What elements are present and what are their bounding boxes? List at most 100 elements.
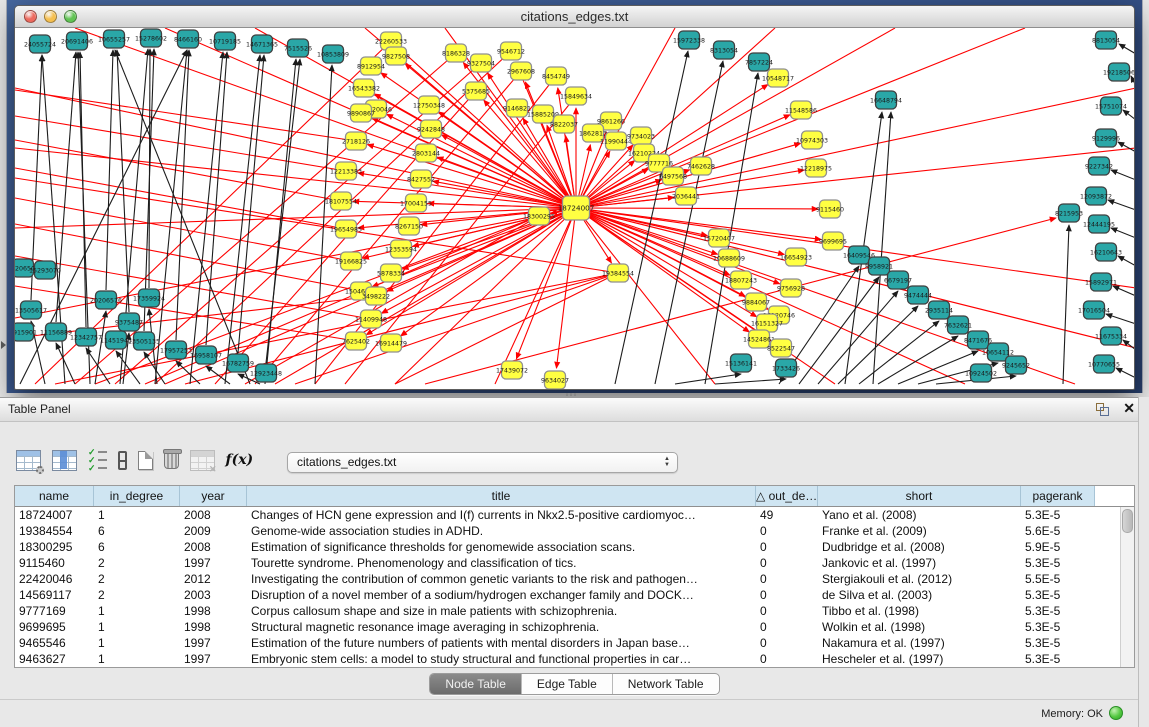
graph-node-label: 9242848 xyxy=(417,126,445,133)
graph-node-label: 11675334 xyxy=(1095,333,1127,340)
vertical-scrollbar[interactable] xyxy=(1120,507,1134,667)
table-mode-icon[interactable] xyxy=(16,450,41,471)
float-panel-icon[interactable] xyxy=(1096,403,1109,416)
column-header-year[interactable]: year xyxy=(180,486,247,506)
row-height-icon[interactable] xyxy=(118,451,127,470)
graph-node-label: 18724007 xyxy=(558,203,595,212)
table-cell: 1997 xyxy=(180,555,247,571)
graph-node-label: 12218975 xyxy=(800,165,832,172)
table-row[interactable]: 946554611997Estimation of the future num… xyxy=(15,635,1134,651)
graph-edge xyxy=(395,208,576,384)
column-header-short[interactable]: short xyxy=(818,486,1021,506)
table-cell: 1 xyxy=(94,507,180,523)
graph-node-label: 5878334 xyxy=(377,270,405,277)
column-header-pagerank[interactable]: pagerank xyxy=(1021,486,1095,506)
table-row[interactable]: 2242004622012Investigating the contribut… xyxy=(15,571,1134,587)
graph-node-label: 6497568 xyxy=(659,173,687,180)
table-cell: 2003 xyxy=(180,587,247,603)
graph-edge xyxy=(1131,76,1134,86)
right-edge-strip xyxy=(1138,397,1149,727)
table-source-select[interactable]: citations_edges.txt ▲▼ xyxy=(287,452,678,473)
table-row[interactable]: 977716911998Corpus callosum shape and si… xyxy=(15,603,1134,619)
table-row[interactable]: 1830029562008Estimation of significance … xyxy=(15,539,1134,555)
table-cell: 5.3E-5 xyxy=(1021,635,1095,651)
graph-node-label: 12750348 xyxy=(413,102,445,109)
graph-node-label: 2803144 xyxy=(412,150,440,157)
column-header-out_de[interactable]: △ out_de… xyxy=(756,486,818,506)
close-panel-icon[interactable]: ✕ xyxy=(1123,400,1135,417)
graph-node-label: 8427552 xyxy=(407,176,435,183)
graph-edge xyxy=(1111,170,1134,180)
delete-columns-icon[interactable] xyxy=(164,451,179,469)
table-cell: 49 xyxy=(756,507,818,523)
table-cell: 1 xyxy=(94,635,180,651)
graph-node-label: 9227342 xyxy=(1085,163,1113,170)
graph-node-label: 9115460 xyxy=(816,206,844,213)
graph-edge xyxy=(95,311,106,384)
table-row[interactable]: 946362711997Embryonic stem cells: a mode… xyxy=(15,651,1134,667)
column-header-in_degree[interactable]: in_degree xyxy=(94,486,180,506)
graph-node-label: 18300295 xyxy=(523,213,555,220)
scrollbar-thumb[interactable] xyxy=(1122,509,1133,533)
graph-node-label: 8912954 xyxy=(357,63,385,70)
splitter-grip[interactable] xyxy=(566,393,576,396)
graph-node-label: 14671365 xyxy=(246,41,278,48)
table-row[interactable]: 1872400712008Changes of HCN gene express… xyxy=(15,507,1134,523)
table-row[interactable]: 1938455462009Genome-wide association stu… xyxy=(15,523,1134,539)
graph-edge xyxy=(1063,225,1069,384)
table-cell: 5.3E-5 xyxy=(1021,507,1095,523)
graph-node-label: 9884067 xyxy=(742,299,770,306)
graph-node-label: 10654112 xyxy=(982,349,1014,356)
graph-node-label: 20206576 xyxy=(90,297,122,304)
table-cell: 5.3E-5 xyxy=(1021,603,1095,619)
graph-node-label: 10974303 xyxy=(796,137,828,144)
table-cell: 22420046 xyxy=(15,571,94,587)
delete-table-icon[interactable]: ✕ xyxy=(190,450,215,471)
table-cell: 2012 xyxy=(180,571,247,587)
column-header-name[interactable]: name xyxy=(15,486,94,506)
graph-edge xyxy=(1118,142,1134,152)
table-cell: 14569117 xyxy=(15,587,94,603)
tab-network-table[interactable]: Network Table xyxy=(613,674,719,694)
header-filler xyxy=(1095,486,1134,506)
table-cell: 2 xyxy=(94,571,180,587)
table-cell: 5.6E-5 xyxy=(1021,523,1095,539)
graph-node-label: 9827508 xyxy=(382,53,410,60)
network-canvas[interactable]: 2405572420691406106552571527860284661601… xyxy=(15,28,1134,389)
table-cell: 5.3E-5 xyxy=(1021,619,1095,635)
table-row[interactable]: 969969511998Structural magnetic resonanc… xyxy=(15,619,1134,635)
network-window-titlebar[interactable]: citations_edges.txt xyxy=(15,6,1134,28)
show-columns-icon[interactable] xyxy=(52,450,77,471)
graph-node-label: 7462628 xyxy=(687,163,715,170)
graph-node-label: 15293070 xyxy=(29,267,61,274)
graph-node-label: 10688609 xyxy=(713,255,745,262)
tab-edge-table[interactable]: Edge Table xyxy=(522,674,613,694)
table-cell: Nakamura et al. (1997) xyxy=(818,635,1021,651)
table-cell: Genome-wide association studies in ADHD. xyxy=(247,523,756,539)
table-row[interactable]: 1456911722003Disruption of a novel membe… xyxy=(15,587,1134,603)
graph-node-label: 19654985 xyxy=(330,226,362,233)
graph-node-label: 12213383 xyxy=(330,168,362,175)
graph-node-label: 8454749 xyxy=(542,73,570,80)
table-cell: Franke et al. (2009) xyxy=(818,523,1021,539)
table-cell: 1 xyxy=(94,651,180,667)
graph-node-label: 5375685 xyxy=(462,88,490,95)
new-table-icon[interactable] xyxy=(138,451,153,470)
tab-node-table[interactable]: Node Table xyxy=(430,674,522,694)
panel-collapse-handle[interactable] xyxy=(1,341,6,349)
memory-status-icon[interactable] xyxy=(1109,706,1123,720)
table-cell: Tibbo et al. (1998) xyxy=(818,603,1021,619)
combo-arrows-icon: ▲▼ xyxy=(664,456,670,468)
column-header-title[interactable]: title xyxy=(247,486,756,506)
function-builder-icon[interactable]: f(x) xyxy=(226,451,254,469)
table-row[interactable]: 911546021997Tourette syndrome. Phenomeno… xyxy=(15,555,1134,571)
column-checklist-icon[interactable]: ✓✓✓ xyxy=(88,449,107,472)
table-panel-title: Table Panel xyxy=(8,398,71,421)
graph-edge xyxy=(715,379,786,384)
table-cell: 0 xyxy=(756,523,818,539)
graph-edge xyxy=(185,273,618,384)
graph-node-label: 15751074 xyxy=(1095,103,1127,110)
graph-node-label: 10719185 xyxy=(209,38,241,45)
citation-network-graph[interactable]: 2405572420691406106552571527860284661601… xyxy=(15,28,1134,389)
network-window[interactable]: citations_edges.txt 24055724206914061065… xyxy=(14,5,1135,390)
